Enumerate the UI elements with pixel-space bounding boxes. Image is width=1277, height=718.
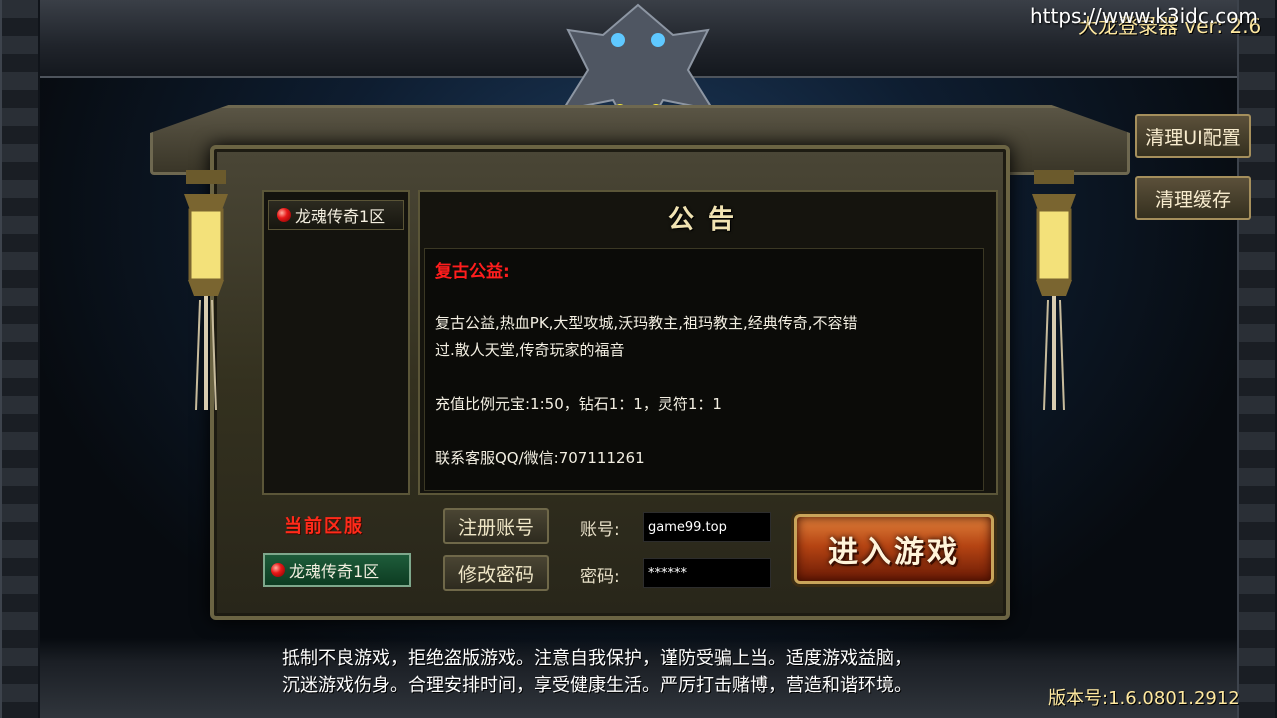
server-list-panel [262,190,410,495]
current-zone-label: 当前区服 [284,516,364,537]
lantern-icon [184,170,228,411]
account-input[interactable] [643,512,771,542]
health-advisory-line: 抵制不良游戏，拒绝盗版游戏。注意自我保护，谨防受骗上当。适度游戏益脑， [282,648,912,669]
password-input[interactable] [643,558,771,588]
current-zone-value: 龙魂传奇1区 [289,562,380,581]
password-label: 密码: [580,567,620,587]
notice-line: 过.散人天堂,传奇玩家的福音 [435,341,625,359]
zone-status-dot-icon [271,563,285,577]
health-advisory-line: 沉迷游戏伤身。合理安排时间，享受健康生活。严厉打击赌博，营造和谐环境。 [282,675,912,696]
enter-game-button[interactable]: 进入游戏 [794,514,994,584]
notice-title: 公告 [667,204,748,235]
notice-content: 复古公益: 复古公益,热血PK,大型攻城,沃玛教主,祖玛教主,经典传奇,不容错 … [424,248,984,491]
server-status-dot-icon [277,208,291,222]
current-zone-selector[interactable]: 龙魂传奇1区 [263,553,411,587]
server-list-item-label: 龙魂传奇1区 [295,207,386,226]
clear-cache-button[interactable]: 清理缓存 [1135,176,1251,220]
version-number: 版本号:1.6.0801.2912 [1048,688,1240,709]
server-list-item[interactable]: 龙魂传奇1区 [268,200,404,230]
register-account-button[interactable]: 注册账号 [443,508,549,544]
left-dragon-pillar [0,0,40,718]
notice-heading: 复古公益: [435,262,510,282]
clear-ui-config-button[interactable]: 清理UI配置 [1135,114,1251,158]
health-advisory-text: 抵制不良游戏，拒绝盗版游戏。注意自我保护，谨防受骗上当。适度游戏益脑， 沉迷游戏… [282,645,1002,699]
right-dragon-pillar [1237,0,1277,718]
notice-line: 复古公益,热血PK,大型攻城,沃玛教主,祖玛教主,经典传奇,不容错 [435,314,858,332]
notice-line: 联系客服QQ/微信:707111261 [435,449,645,467]
watermark-url: https://www.k3idc.com [1030,4,1258,28]
notice-line: 充值比例元宝:1:50，钻石1：1，灵符1：1 [435,395,722,413]
lantern-icon [1032,170,1076,411]
change-password-button[interactable]: 修改密码 [443,555,549,591]
account-label: 账号: [580,520,620,540]
